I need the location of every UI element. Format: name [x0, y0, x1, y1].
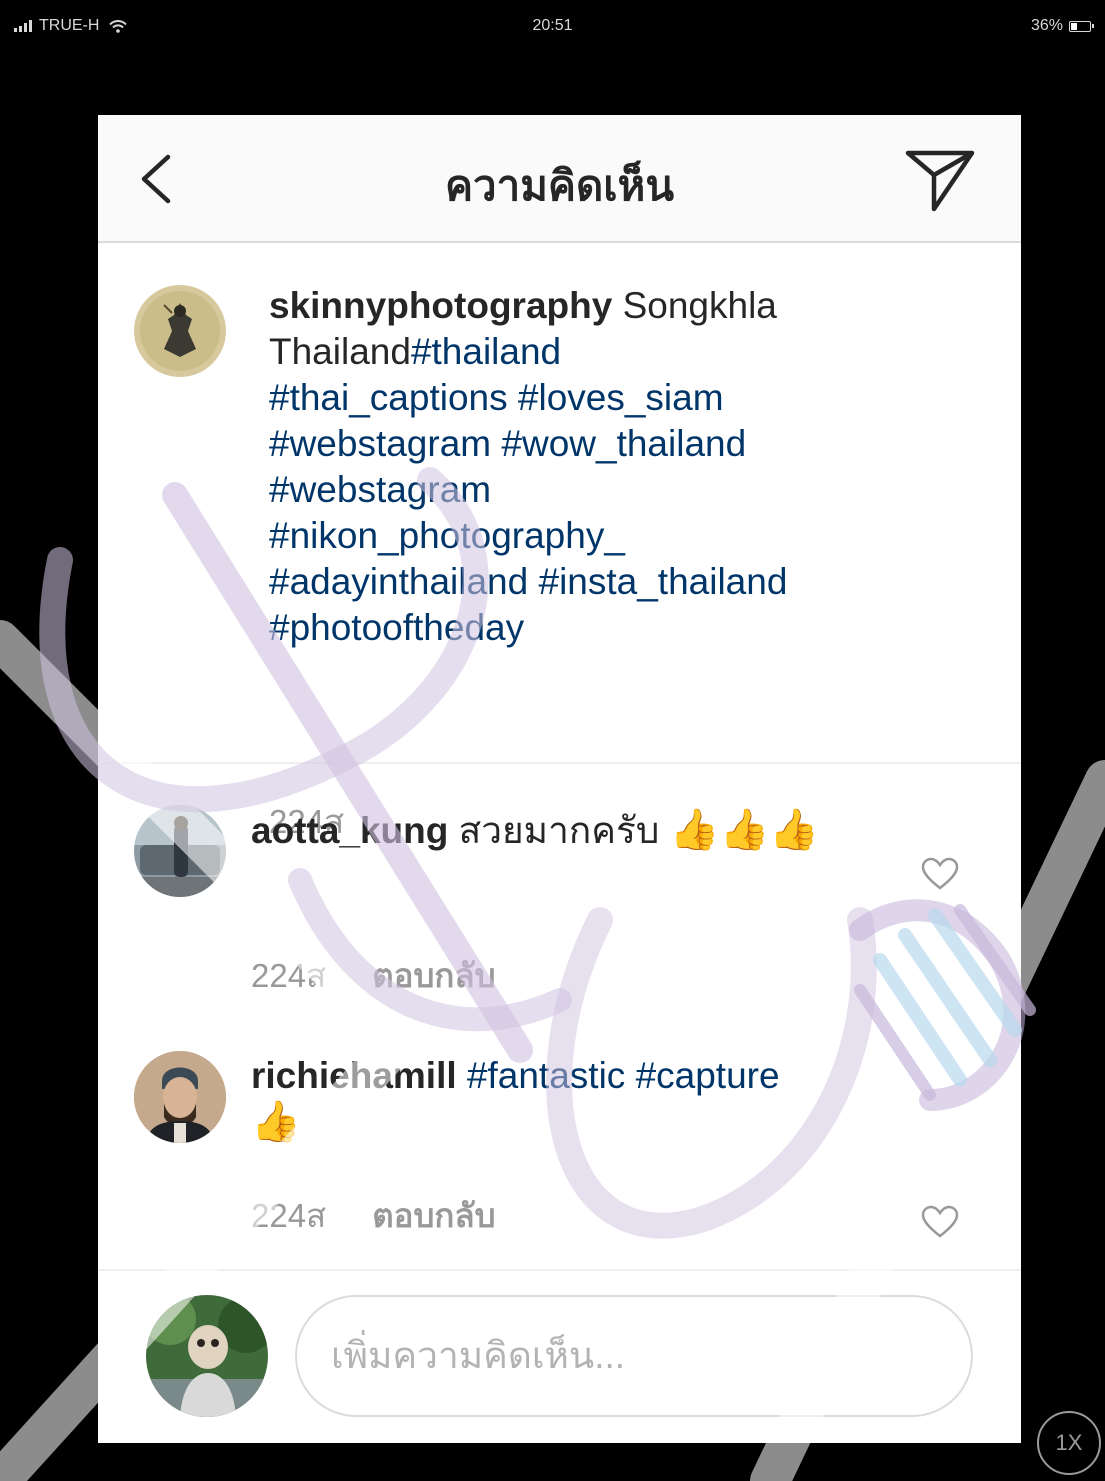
caption-text: skinnyphotography Songkhla Thailand#thai…: [269, 283, 949, 651]
hashtag[interactable]: #loves_siam: [518, 377, 724, 418]
hashtag[interactable]: #webstagram: [269, 469, 491, 510]
caption-avatar[interactable]: [134, 285, 226, 377]
hashtag[interactable]: #thai_captions: [269, 377, 508, 418]
comment-time: 224ส: [251, 957, 327, 994]
comment-emoji: 👍👍👍: [669, 808, 820, 852]
send-icon[interactable]: [904, 147, 976, 213]
battery-fill: [1071, 22, 1078, 30]
page-title: ความคิดเห็น: [444, 162, 675, 209]
comment-item: richiehamill #fantastic #capture 👍 224ส ต…: [98, 1013, 1021, 1269]
avatar-image: [146, 1295, 268, 1417]
comment-username[interactable]: richiehamill: [251, 1055, 457, 1096]
hashtag[interactable]: #nikon_photography_: [269, 515, 625, 556]
battery-percent: 36%: [1030, 17, 1063, 34]
reply-button[interactable]: ตอบกลับ: [372, 957, 495, 994]
comment-text: aotta_kung สวยมากครับ 👍👍👍: [251, 807, 891, 854]
comment-text: richiehamill #fantastic #capture 👍: [251, 1053, 891, 1146]
avatar-image: [134, 1051, 226, 1143]
current-user-avatar[interactable]: [146, 1295, 268, 1417]
comment-username[interactable]: aotta_kung: [251, 810, 448, 851]
hashtag[interactable]: #photooftheday: [269, 607, 524, 648]
reply-button[interactable]: ตอบกลับ: [372, 1197, 495, 1234]
status-time: 20:51: [532, 17, 573, 34]
hashtag[interactable]: #webstagram: [269, 423, 491, 464]
comment-meta: 224ส ตอบกลับ: [251, 1189, 496, 1242]
comment-input[interactable]: [295, 1295, 973, 1417]
hashtag[interactable]: #insta_thailand: [539, 561, 788, 602]
hashtag[interactable]: #fantastic: [467, 1055, 625, 1096]
comments-panel: ความคิดเห็น skinnyphotography Songkhla T…: [98, 115, 1021, 1443]
comment-meta: 224ส ตอบกลับ: [251, 949, 496, 1002]
comment-avatar[interactable]: [134, 1051, 226, 1143]
status-right: 36%: [1030, 17, 1094, 35]
screen: TRUE-H 20:51 36% ความคิดเห็น skinnyphoto…: [0, 0, 1105, 1481]
hashtag[interactable]: #wow_thailand: [501, 423, 746, 464]
comment-body: สวยมากครับ: [458, 810, 660, 851]
comment-time: 224ส: [251, 1197, 327, 1234]
heart-icon[interactable]: [921, 1205, 959, 1239]
nav-bar: ความคิดเห็น: [98, 115, 1021, 243]
caption: skinnyphotography Songkhla Thailand#thai…: [98, 243, 1021, 840]
comment-avatar[interactable]: [134, 805, 226, 897]
comment-emoji: 👍: [251, 1100, 301, 1144]
hashtag[interactable]: #thailand: [411, 331, 561, 372]
zoom-button[interactable]: 1X: [1037, 1411, 1101, 1475]
hashtag[interactable]: #capture: [636, 1055, 780, 1096]
avatar-image: [134, 805, 226, 897]
heart-icon[interactable]: [921, 857, 959, 891]
caption-username[interactable]: skinnyphotography: [269, 285, 612, 326]
comment-composer: [98, 1269, 1021, 1443]
avatar-image: [134, 285, 226, 377]
status-bar: TRUE-H 20:51 36%: [0, 0, 1105, 52]
hashtag[interactable]: #adayinthailand: [269, 561, 528, 602]
battery-icon: [1069, 20, 1094, 32]
comment-item: aotta_kung สวยมากครับ 👍👍👍 224ส ตอบกลับ: [98, 763, 1021, 1013]
